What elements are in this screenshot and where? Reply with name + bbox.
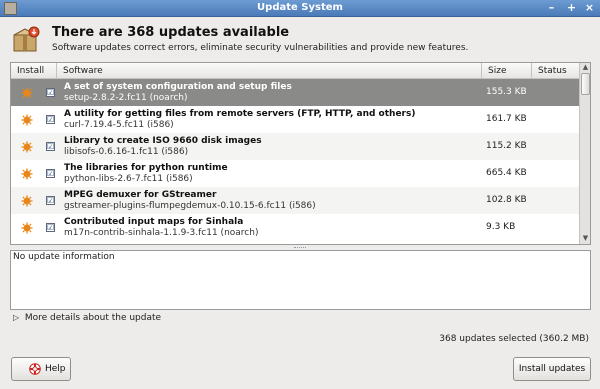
package-size: 115.2 KB — [486, 141, 527, 151]
package-name: gstreamer-plugins-flumpegdemux-0.10.15-6… — [64, 201, 316, 211]
package-update-icon — [13, 26, 40, 52]
help-button[interactable]: Help — [11, 357, 71, 381]
pane-resize-handle[interactable] — [294, 247, 306, 249]
software-name: A set of system configuration and setup … — [64, 82, 292, 92]
update-info-text: No update information — [13, 252, 115, 262]
table-row[interactable]: ☑ A utility for getting files from remot… — [11, 106, 579, 133]
software-name: MPEG demuxer for GStreamer — [64, 190, 217, 200]
scroll-down-icon[interactable]: ▼ — [581, 234, 590, 243]
software-name: A utility for getting files from remote … — [64, 109, 416, 119]
bugfix-icon — [21, 222, 33, 234]
package-size: 155.3 KB — [486, 87, 527, 97]
column-header-status[interactable]: Status — [532, 63, 579, 79]
minimize-icon[interactable]: – — [545, 2, 558, 15]
column-header-install[interactable]: Install — [11, 63, 57, 79]
install-checkbox[interactable]: ☑ — [46, 142, 55, 151]
package-name: m17n-contrib-sinhala-1.1.9-3.fc11 (noarc… — [64, 228, 259, 238]
page-description: Software updates correct errors, elimina… — [52, 43, 469, 53]
table-row[interactable]: ☑ Library to create ISO 9660 disk images… — [11, 133, 579, 160]
help-button-label: Help — [45, 364, 66, 374]
selection-summary: 368 updates selected (360.2 MB) — [439, 334, 589, 344]
window-title: Update System — [257, 2, 343, 13]
package-name: curl-7.19.4-5.fc11 (i586) — [64, 120, 174, 130]
install-updates-button[interactable]: Install updates — [513, 357, 591, 381]
details-expander[interactable]: ▷ More details about the update — [13, 313, 161, 323]
maximize-icon[interactable]: + — [565, 2, 578, 15]
scroll-up-icon[interactable]: ▲ — [581, 63, 590, 72]
package-size: 665.4 KB — [486, 168, 527, 178]
install-checkbox[interactable]: ☑ — [46, 88, 55, 97]
software-name: Library to create ISO 9660 disk images — [64, 136, 262, 146]
scroll-thumb[interactable] — [581, 73, 590, 95]
update-info-pane: No update information — [10, 250, 591, 310]
column-headers: Install Software Size Status — [11, 63, 579, 79]
table-row[interactable]: ☑ The libraries for python runtime pytho… — [11, 160, 579, 187]
table-row[interactable]: ☑ MPEG demuxer for GStreamer gstreamer-p… — [11, 187, 579, 214]
bugfix-icon — [21, 87, 33, 99]
install-checkbox[interactable]: ☑ — [46, 223, 55, 232]
package-size: 102.8 KB — [486, 195, 527, 205]
bugfix-icon — [21, 195, 33, 207]
package-size: 9.3 KB — [486, 222, 516, 232]
table-row[interactable]: ☑ Contributed input maps for Sinhala m17… — [11, 214, 579, 241]
install-checkbox[interactable]: ☑ — [46, 115, 55, 124]
table-row[interactable]: ☑ A set of system configuration and setu… — [11, 79, 579, 106]
bugfix-icon — [21, 141, 33, 153]
expander-arrow-icon: ▷ — [13, 313, 20, 322]
software-name: Contributed input maps for Sinhala — [64, 217, 244, 227]
column-header-size[interactable]: Size — [482, 63, 532, 79]
bugfix-icon — [21, 114, 33, 126]
lifebuoy-icon — [29, 363, 41, 375]
package-name: setup-2.8.2-2.fc11 (noarch) — [64, 93, 188, 103]
package-size: 161.7 KB — [486, 114, 527, 124]
software-name: The libraries for python runtime — [64, 163, 228, 173]
install-checkbox[interactable]: ☑ — [46, 169, 55, 178]
install-checkbox[interactable]: ☑ — [46, 196, 55, 205]
page-title: There are 368 updates available — [52, 25, 290, 40]
column-header-software[interactable]: Software — [57, 63, 482, 79]
package-name: python-libs-2.6-7.fc11 (i586) — [64, 174, 193, 184]
updates-list[interactable]: Install Software Size Status ☑ A set of … — [10, 62, 591, 245]
vertical-scrollbar[interactable]: ▲ ▼ — [579, 63, 590, 244]
bugfix-icon — [21, 168, 33, 180]
update-system-window: Update System – + × There are 368 update… — [0, 0, 600, 389]
title-bar[interactable]: Update System – + × — [0, 0, 600, 17]
expander-label: More details about the update — [24, 313, 162, 323]
package-name: libisofs-0.6.16-1.fc11 (i586) — [64, 147, 189, 157]
close-icon[interactable]: × — [583, 2, 596, 15]
update-rows: ☑ A set of system configuration and setu… — [11, 79, 579, 244]
